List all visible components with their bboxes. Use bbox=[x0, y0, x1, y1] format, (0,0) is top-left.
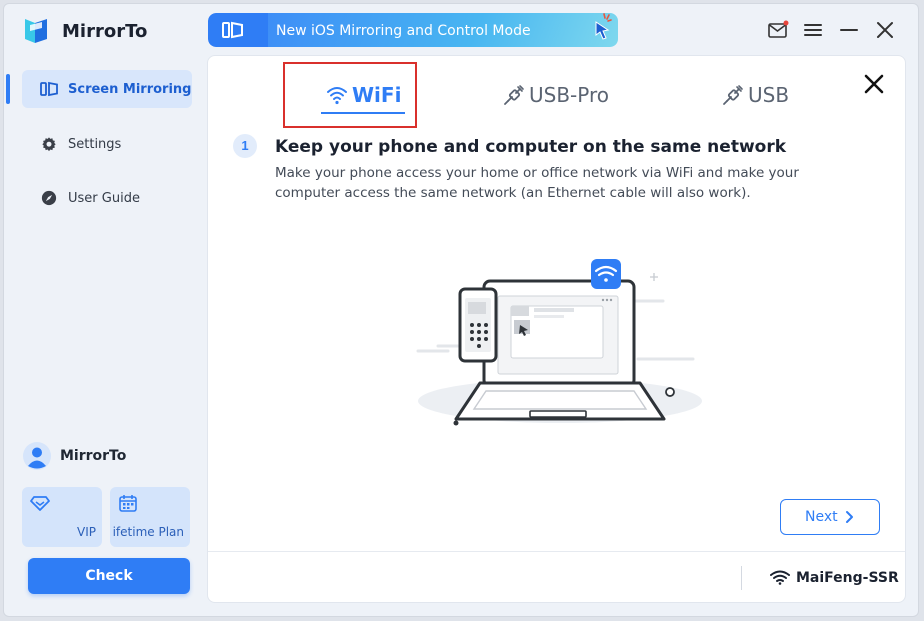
tab-usb-pro[interactable]: USB-Pro bbox=[503, 78, 623, 112]
usb-plug-icon bbox=[504, 85, 524, 105]
active-tab-underline bbox=[321, 112, 405, 114]
laptop-phone-wifi-illustration bbox=[416, 259, 702, 426]
cursor-click-icon bbox=[595, 13, 612, 40]
close-icon[interactable] bbox=[862, 72, 886, 96]
network-name: MaiFeng-SSR bbox=[796, 570, 899, 586]
next-button-label: Next bbox=[805, 509, 838, 525]
ios-mirroring-banner[interactable]: New iOS Mirroring and Control Mode bbox=[208, 13, 618, 47]
mail-icon[interactable] bbox=[766, 18, 790, 42]
sidebar-item-label: Settings bbox=[68, 137, 122, 152]
footer-divider bbox=[208, 551, 905, 552]
footer-separator bbox=[741, 566, 742, 590]
vip-label: VIP bbox=[77, 525, 96, 539]
next-button[interactable]: Next bbox=[780, 499, 880, 535]
avatar[interactable] bbox=[22, 441, 52, 471]
gear-icon bbox=[42, 137, 56, 152]
wifi-icon bbox=[770, 570, 790, 585]
step-number: 1 bbox=[233, 134, 257, 158]
main-panel: WiFi USB-Pro USB 1 Keep your phone and c… bbox=[207, 55, 906, 603]
wifi-icon bbox=[327, 87, 347, 105]
usb-plug-icon bbox=[723, 85, 743, 105]
tab-usb[interactable]: USB bbox=[722, 78, 812, 112]
close-window-icon[interactable] bbox=[873, 18, 897, 42]
user-name: MirrorTo bbox=[60, 448, 127, 464]
screen-mirroring-icon bbox=[222, 21, 243, 39]
lifetime-plan-label: ifetime Plan bbox=[112, 525, 184, 539]
tab-label: USB-Pro bbox=[529, 83, 609, 107]
mirrorto-logo-icon bbox=[25, 19, 47, 43]
diamond-icon bbox=[30, 496, 50, 511]
chevron-right-icon bbox=[846, 511, 853, 523]
banner-text: New iOS Mirroring and Control Mode bbox=[276, 23, 531, 39]
tab-label: WiFi bbox=[352, 83, 402, 107]
active-indicator bbox=[6, 74, 10, 104]
sidebar-item-user-guide[interactable]: User Guide bbox=[22, 179, 192, 217]
check-button[interactable]: Check bbox=[28, 558, 190, 594]
screen-mirroring-icon bbox=[40, 81, 58, 97]
app-window: MirrorTo New iOS Mirroring and Control M… bbox=[3, 3, 919, 617]
minimize-icon[interactable] bbox=[837, 18, 861, 42]
step-title: Keep your phone and computer on the same… bbox=[275, 137, 787, 157]
lifetime-plan-card[interactable]: ifetime Plan bbox=[110, 487, 190, 547]
sidebar-item-label: User Guide bbox=[68, 191, 140, 206]
step-description: Make your phone access your home or offi… bbox=[275, 165, 799, 201]
title-bar: MirrorTo New iOS Mirroring and Control M… bbox=[4, 4, 918, 56]
compass-icon bbox=[41, 190, 57, 206]
tab-wifi[interactable]: WiFi bbox=[326, 78, 416, 112]
menu-icon[interactable] bbox=[801, 18, 825, 42]
tab-label: USB bbox=[748, 83, 790, 107]
vip-card[interactable]: VIP bbox=[22, 487, 102, 547]
calendar-icon bbox=[119, 495, 137, 512]
sidebar-item-settings[interactable]: Settings bbox=[22, 125, 192, 163]
sidebar-item-screen-mirroring[interactable]: Screen Mirroring bbox=[22, 70, 192, 108]
app-title: MirrorTo bbox=[62, 21, 148, 42]
sidebar-item-label: Screen Mirroring bbox=[68, 82, 192, 97]
